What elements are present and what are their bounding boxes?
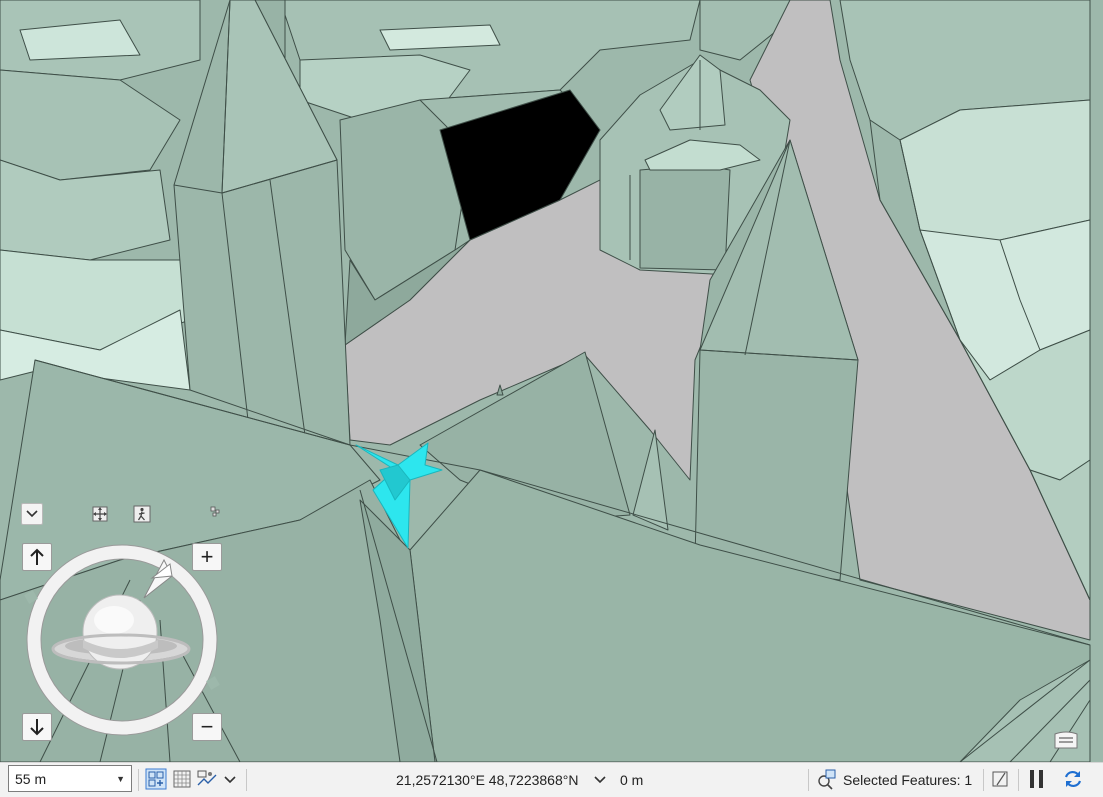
first-person-button[interactable] [131,503,153,525]
selected-features-count[interactable]: Selected Features: 1 [843,763,972,797]
navigator-collapse-button[interactable] [21,503,43,525]
map-viewport[interactable]: + − [0,0,1103,762]
separator [138,769,139,791]
grid-icon[interactable] [171,768,193,790]
separator [1018,769,1019,791]
chevron-down-icon[interactable] [222,772,238,788]
compass-badge-icon[interactable] [1053,730,1079,750]
constraints-icon[interactable] [196,768,218,790]
navigator-compass[interactable] [22,540,222,740]
separator [808,769,809,791]
separator [983,769,984,791]
scale-select[interactable]: 55 m ▼ [8,765,132,792]
snapping-toggle-icon[interactable] [145,768,167,790]
pause-drawing-button[interactable] [1030,770,1044,788]
coordinates-readout: 21,2572130°E 48,7223868°N [396,772,579,788]
caret-down-icon: ▼ [116,773,125,784]
navigator-mini-icon[interactable] [210,505,222,517]
pause-icon-bar [1030,770,1034,788]
full-control-button[interactable] [89,503,111,525]
refresh-icon[interactable] [1062,768,1084,790]
chevron-down-icon [26,510,38,518]
walk-person-icon [133,505,151,523]
pan-arrows-icon [92,506,108,522]
scale-value: 55 m [15,770,47,787]
separator [246,769,247,791]
zoom-to-selection-icon[interactable] [815,768,837,790]
elevation-readout: 0 m [620,772,644,788]
status-bar: 55 m ▼ 21,2572130°E 48,7223868°N 0 m Sel… [0,762,1103,797]
clear-selection-icon[interactable] [989,768,1011,790]
pause-icon-bar [1039,770,1043,788]
coordinate-format-dropdown-icon[interactable] [592,772,608,788]
